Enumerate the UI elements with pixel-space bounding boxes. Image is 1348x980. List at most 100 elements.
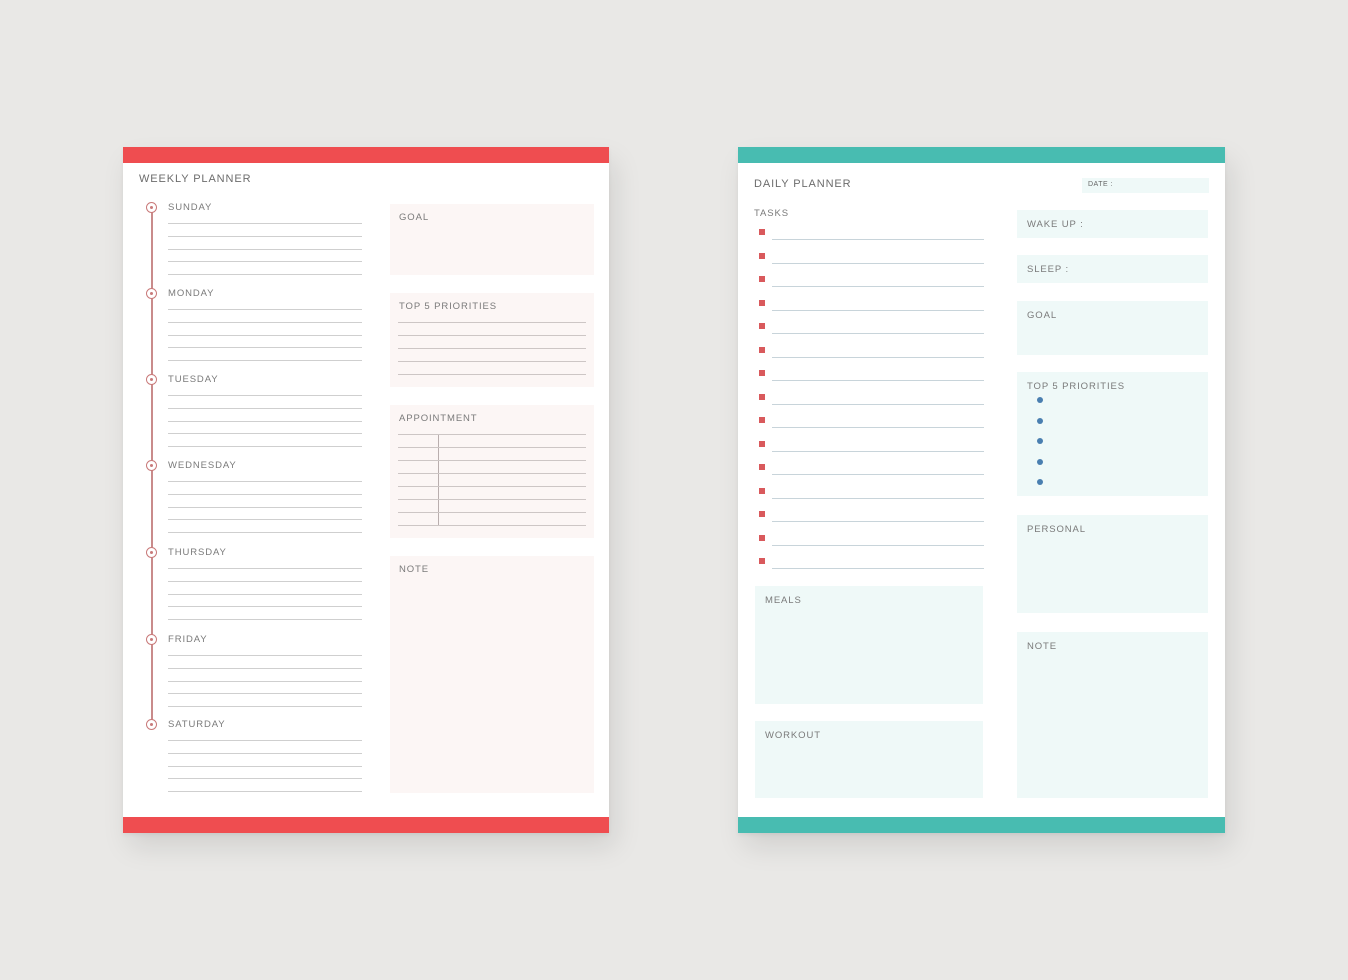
task-item[interactable] xyxy=(759,557,984,577)
task-line[interactable] xyxy=(772,333,984,334)
task-line[interactable] xyxy=(772,427,984,428)
task-line[interactable] xyxy=(772,356,984,358)
task-checkbox-icon[interactable] xyxy=(759,440,765,447)
task-checkbox-icon[interactable] xyxy=(759,299,765,306)
priority-line[interactable] xyxy=(398,335,586,336)
task-item[interactable] xyxy=(759,416,984,436)
appointment-row-line[interactable] xyxy=(398,499,586,500)
priority-line[interactable] xyxy=(398,361,586,362)
task-item[interactable] xyxy=(759,487,984,507)
task-item[interactable] xyxy=(759,463,984,483)
writing-line[interactable] xyxy=(168,248,362,250)
task-checkbox-icon[interactable] xyxy=(759,487,765,494)
writing-line[interactable] xyxy=(168,680,362,682)
writing-line[interactable] xyxy=(168,619,362,621)
writing-line[interactable] xyxy=(168,667,362,669)
task-checkbox-icon[interactable] xyxy=(759,229,765,235)
task-line[interactable] xyxy=(772,309,984,311)
writing-line[interactable] xyxy=(168,261,362,263)
writing-line[interactable] xyxy=(168,532,362,534)
task-item[interactable] xyxy=(759,252,984,272)
task-line[interactable] xyxy=(772,497,984,499)
writing-line[interactable] xyxy=(168,580,362,582)
writing-line[interactable] xyxy=(168,519,362,521)
task-item[interactable] xyxy=(759,393,984,413)
task-line[interactable] xyxy=(772,474,984,475)
writing-line[interactable] xyxy=(168,778,362,780)
writing-line[interactable] xyxy=(168,752,362,754)
writing-line[interactable] xyxy=(168,655,362,656)
sleep-field[interactable]: SLEEP : xyxy=(1017,255,1208,283)
appointment-row-line[interactable] xyxy=(398,512,586,513)
daily-note-box[interactable]: NOTE xyxy=(1017,632,1208,798)
task-checkbox-icon[interactable] xyxy=(759,558,765,564)
writing-line[interactable] xyxy=(168,606,362,608)
appointment-row-line[interactable] xyxy=(398,434,586,435)
writing-line[interactable] xyxy=(168,481,362,482)
task-checkbox-icon[interactable] xyxy=(759,464,765,470)
task-line[interactable] xyxy=(772,568,984,569)
writing-line[interactable] xyxy=(168,493,362,495)
weekly-priorities-box[interactable]: TOP 5 PRIORITIES xyxy=(390,293,594,387)
task-line[interactable] xyxy=(772,403,984,405)
writing-line[interactable] xyxy=(168,223,362,224)
writing-line[interactable] xyxy=(168,433,362,435)
appointment-row-line[interactable] xyxy=(398,460,586,461)
task-checkbox-icon[interactable] xyxy=(759,323,765,329)
task-item[interactable] xyxy=(759,322,984,342)
task-item[interactable] xyxy=(759,275,984,295)
writing-line[interactable] xyxy=(168,706,362,708)
date-field[interactable]: DATE : xyxy=(1082,178,1209,193)
task-line[interactable] xyxy=(772,286,984,287)
task-line[interactable] xyxy=(772,521,984,522)
priority-line[interactable] xyxy=(398,374,586,375)
writing-line[interactable] xyxy=(168,740,362,741)
writing-line[interactable] xyxy=(168,791,362,793)
task-line[interactable] xyxy=(772,544,984,546)
task-line[interactable] xyxy=(772,450,984,452)
writing-line[interactable] xyxy=(168,765,362,767)
task-item[interactable] xyxy=(759,369,984,389)
writing-line[interactable] xyxy=(168,347,362,349)
personal-box[interactable]: PERSONAL xyxy=(1017,515,1208,613)
writing-line[interactable] xyxy=(168,407,362,409)
task-line[interactable] xyxy=(772,380,984,381)
task-checkbox-icon[interactable] xyxy=(759,346,765,353)
writing-line[interactable] xyxy=(168,446,362,448)
writing-line[interactable] xyxy=(168,274,362,276)
task-checkbox-icon[interactable] xyxy=(759,417,765,423)
writing-line[interactable] xyxy=(168,309,362,310)
writing-line[interactable] xyxy=(168,568,362,569)
task-item[interactable] xyxy=(759,228,984,248)
weekly-appointment-box[interactable]: APPOINTMENT xyxy=(390,405,594,538)
writing-line[interactable] xyxy=(168,593,362,595)
task-line[interactable] xyxy=(772,262,984,264)
writing-line[interactable] xyxy=(168,235,362,237)
appointment-row-line[interactable] xyxy=(398,473,586,474)
task-item[interactable] xyxy=(759,510,984,530)
appointment-row-line[interactable] xyxy=(398,447,586,448)
daily-priorities-box[interactable]: TOP 5 PRIORITIES xyxy=(1017,372,1208,496)
priority-line[interactable] xyxy=(398,348,586,349)
writing-line[interactable] xyxy=(168,360,362,362)
weekly-goal-box[interactable]: GOAL xyxy=(390,204,594,275)
appointment-row-line[interactable] xyxy=(398,486,586,487)
weekly-note-box[interactable]: NOTE xyxy=(390,556,594,793)
writing-line[interactable] xyxy=(168,506,362,508)
task-item[interactable] xyxy=(759,299,984,319)
writing-line[interactable] xyxy=(168,321,362,323)
daily-goal-box[interactable]: GOAL xyxy=(1017,301,1208,355)
appointment-row-line[interactable] xyxy=(398,525,586,526)
task-item[interactable] xyxy=(759,534,984,554)
task-line[interactable] xyxy=(772,239,984,240)
writing-line[interactable] xyxy=(168,693,362,695)
writing-line[interactable] xyxy=(168,334,362,336)
task-checkbox-icon[interactable] xyxy=(759,276,765,282)
task-item[interactable] xyxy=(759,440,984,460)
writing-line[interactable] xyxy=(168,420,362,422)
writing-line[interactable] xyxy=(168,395,362,396)
task-item[interactable] xyxy=(759,346,984,366)
task-checkbox-icon[interactable] xyxy=(759,511,765,517)
workout-box[interactable]: WORKOUT xyxy=(755,721,983,798)
task-checkbox-icon[interactable] xyxy=(759,252,765,259)
